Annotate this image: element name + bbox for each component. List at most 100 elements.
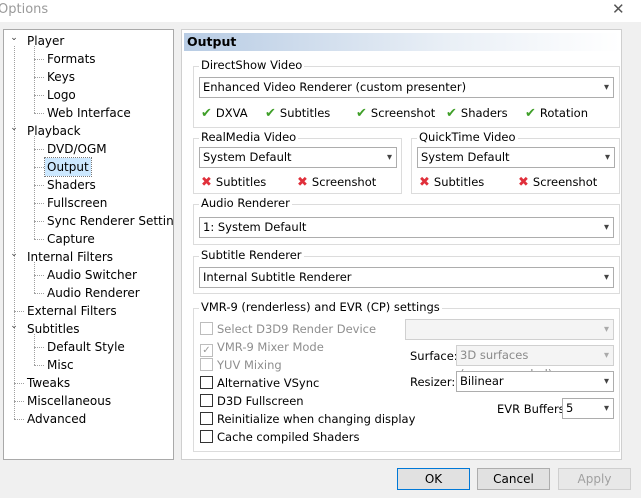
tree-item-label: Audio Switcher [47,268,137,282]
checkbox-box[interactable] [200,412,213,425]
tree-connector [14,383,24,384]
option-checkbox[interactable]: YUV Mixing [200,358,282,372]
tree-connector [14,46,15,419]
tree-item[interactable]: Advanced [4,410,173,428]
checkbox-box[interactable] [200,376,213,389]
quicktime-group-title: QuickTime Video [417,130,518,144]
option-checkbox[interactable]: ✓ VMR-9 Mixer Mode [200,340,324,357]
evr-buffers-select[interactable]: 5 ▾ [562,398,614,419]
subtitle-renderer-select[interactable]: Internal Subtitle Renderer ▾ [199,267,614,288]
tree-item[interactable]: Keys [4,68,173,86]
tree-item-label: Output [44,157,92,177]
tree-item[interactable]: Audio Switcher [4,266,173,284]
tree-item[interactable]: Logo [4,86,173,104]
tree-item[interactable]: Fullscreen [4,194,173,212]
checkbox-box[interactable] [200,358,213,371]
feature-label: Rotation [539,106,589,120]
checkbox-label: Reinitialize when changing display [217,412,416,426]
realmedia-renderer-select[interactable]: System Default ▾ [199,147,397,168]
feature-label: Screenshot [370,106,436,120]
tree-item[interactable]: ⌄ Playback [4,122,173,140]
checkbox-box[interactable] [200,394,213,407]
tree-item[interactable]: ⌄ Player [4,32,173,50]
chevron-down-icon[interactable]: ⌄ [9,30,19,47]
audio-renderer-select[interactable]: 1: System Default ▾ [199,217,614,238]
tree-connector [34,262,35,293]
feature-indicator: ✖ Subtitles [419,174,484,191]
tree-item-label: Keys [47,70,76,84]
chevron-down-icon: ▾ [603,350,609,361]
check-icon: ✔ [201,106,212,121]
tree-connector [34,46,35,113]
feature-indicator: ✖ Screenshot [297,174,376,191]
subtitle-renderer-group-title: Subtitle Renderer [199,248,304,262]
feature-label: Subtitles [279,106,331,120]
options-tree[interactable]: ⌄ Player Formats Keys Logo Web Interface ⌄ Play… [3,29,174,460]
tree-connector [34,239,44,240]
option-checkbox[interactable]: Reinitialize when changing display [200,412,415,426]
ok-button[interactable]: OK [397,468,470,490]
directshow-renderer-value: Enhanced Video Renderer (custom presente… [203,80,467,94]
cross-icon: ✖ [297,175,308,190]
audio-renderer-group-title: Audio Renderer [199,196,292,210]
subtitle-renderer-value: Internal Subtitle Renderer [203,270,352,284]
tree-item[interactable]: DVD/OGM [4,140,173,158]
directshow-renderer-select[interactable]: Enhanced Video Renderer (custom presente… [199,77,614,98]
checkbox-box[interactable] [200,430,213,443]
close-icon[interactable]: ✕ [612,0,625,18]
chevron-down-icon: ▾ [603,376,609,387]
tree-connector [34,59,44,60]
resizer-select[interactable]: Bilinear ▾ [456,371,614,392]
render-device-select[interactable]: ▾ [405,319,614,340]
tree-item-label: DVD/OGM [47,142,107,156]
tree-item[interactable]: ⌄ Subtitles [4,320,173,338]
tree-item[interactable]: Shaders [4,176,173,194]
tree-item[interactable]: Formats [4,50,173,68]
chevron-down-icon: ▾ [603,403,609,414]
option-checkbox[interactable]: Select D3D9 Render Device [200,322,376,336]
surface-select[interactable]: 3D surfaces (recommended) ▾ [456,345,614,381]
tree-item-label: Audio Renderer [47,286,140,300]
checkbox-label: Select D3D9 Render Device [217,322,377,336]
checkbox-label: D3D Fullscreen [217,394,304,408]
tree-connector [34,149,44,150]
quicktime-renderer-select[interactable]: System Default ▾ [417,147,615,168]
tree-item-label: Shaders [47,178,96,192]
tree-item[interactable]: Sync Renderer Settings [4,212,173,230]
tree-item[interactable]: Default Style [4,338,173,356]
option-checkbox[interactable]: Cache compiled Shaders [200,430,359,444]
feature-label: Screenshot [532,175,598,189]
feature-indicator: ✔ Subtitles [265,105,330,122]
option-checkbox[interactable]: D3D Fullscreen [200,394,304,408]
tree-item-label: Internal Filters [27,250,114,264]
checkbox-label: YUV Mixing [217,358,282,372]
option-checkbox[interactable]: Alternative VSync [200,376,319,390]
tree-item[interactable]: ⌄ Internal Filters [4,248,173,266]
tree-item-label: Miscellaneous [27,394,112,408]
cross-icon: ✖ [518,175,529,190]
feature-indicator: ✔ Rotation [525,105,588,122]
checkbox-box[interactable] [200,322,213,335]
tree-item[interactable]: Miscellaneous [4,392,173,410]
tree-item[interactable]: Misc [4,356,173,374]
tree-connector [34,185,44,186]
tree-item[interactable]: Web Interface [4,104,173,122]
apply-button[interactable]: Apply [558,468,631,490]
tree-item[interactable]: Audio Renderer [4,284,173,302]
cross-icon: ✖ [419,175,430,190]
checkbox-box[interactable]: ✓ [200,344,213,357]
tree-item[interactable]: Output [4,157,173,177]
feature-indicator: ✔ DXVA [201,105,248,122]
tree-item[interactable]: External Filters [4,302,173,320]
tree-connector [34,275,44,276]
tree-item[interactable]: Tweaks [4,374,173,392]
quicktime-renderer-value: System Default [421,150,510,164]
tree-item[interactable]: Capture [4,230,173,248]
window-title: Options [0,2,49,17]
check-icon: ✔ [446,106,457,121]
realmedia-renderer-value: System Default [203,150,292,164]
tree-item-label: Player [27,34,65,48]
cancel-button[interactable]: Cancel [477,468,550,490]
feature-indicator: ✖ Screenshot [518,174,597,191]
feature-label: Screenshot [311,175,377,189]
